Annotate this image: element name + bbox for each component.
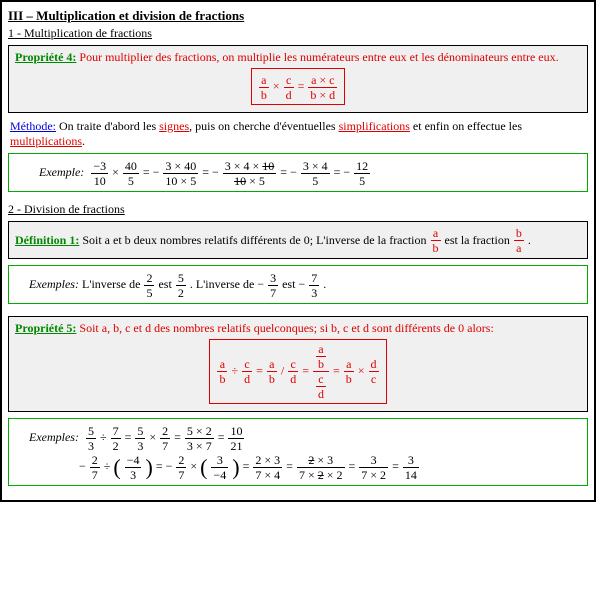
example-division-box: Exemples: 53 ÷ 72 = 53 × 27 = 5 × 23 × 7… bbox=[8, 418, 588, 486]
property-4-text: Pour multiplier des fractions, on multip… bbox=[79, 50, 558, 64]
property-5-box: Propriété 5: Soit a, b, c et d des nombr… bbox=[8, 316, 588, 412]
example-division-label: Exemples: bbox=[29, 430, 79, 444]
document-page: III – Multiplication et division de frac… bbox=[0, 0, 596, 502]
method-paragraph: Méthode: On traite d'abord les signes, p… bbox=[10, 119, 586, 149]
example-div-line-2: − 27 ÷ ( −43 ) = − 27 × ( 3−4 ) = 2 × 37… bbox=[29, 452, 581, 481]
left-paren-icon: ( bbox=[113, 454, 120, 479]
property-4-box: Propriété 4: Pour multiplier des fractio… bbox=[8, 45, 588, 113]
example-inverse-box: Exemples: L'inverse de 25 est 52 . L'inv… bbox=[8, 265, 588, 304]
property-5-text: Soit a, b, c et d des nombres relatifs q… bbox=[79, 321, 493, 335]
example-div-line-1: Exemples: 53 ÷ 72 = 53 × 27 = 5 × 23 × 7… bbox=[29, 423, 581, 452]
example-mult-label: Exemple: bbox=[39, 165, 84, 179]
right-paren-icon: ) bbox=[145, 454, 152, 479]
property-4-label: Propriété 4: bbox=[15, 50, 76, 64]
method-label: Méthode: bbox=[10, 119, 56, 133]
right-paren-icon: ) bbox=[232, 454, 239, 479]
property-5-label: Propriété 5: bbox=[15, 321, 76, 335]
definition-1-label: Définition 1: bbox=[15, 233, 79, 247]
section-2-title: 2 - Division de fractions bbox=[8, 202, 588, 217]
example-mult-box: Exemple: −310 × 405 = − 3 × 4010 × 5 = −… bbox=[8, 153, 588, 192]
left-paren-icon: ( bbox=[200, 454, 207, 479]
example-inverse-label: Exemples: bbox=[29, 277, 79, 291]
property-4-formula: ab × cd = a × cb × d bbox=[251, 68, 345, 105]
property-5-formula: ab ÷ cd = ab / cd = ab cd = ab × dc bbox=[209, 339, 386, 404]
section-1-title: 1 - Multiplication de fractions bbox=[8, 26, 588, 41]
definition-1-box: Définition 1: Soit a et b deux nombres r… bbox=[8, 221, 588, 260]
main-heading: III – Multiplication et division de frac… bbox=[8, 8, 588, 24]
